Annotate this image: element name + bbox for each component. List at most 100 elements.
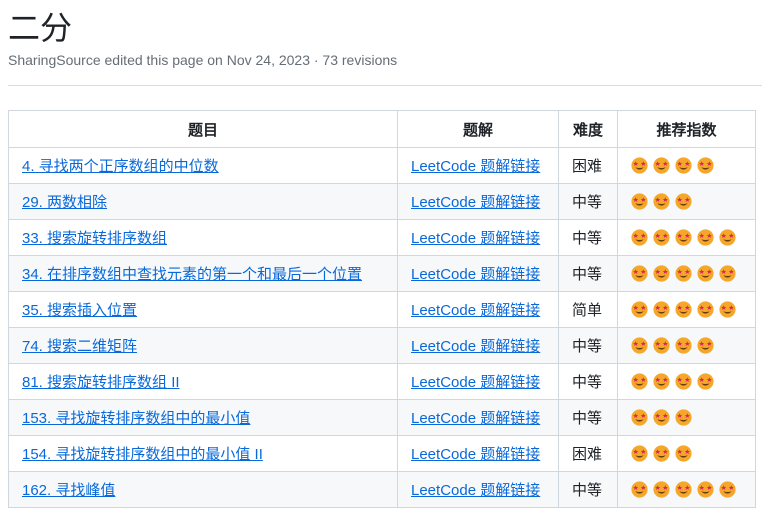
- rating-cell: [617, 219, 756, 256]
- star-struck-emoji-icon: [631, 480, 648, 498]
- star-struck-emoji-icon: [697, 264, 714, 282]
- solution-link[interactable]: LeetCode 题解链接: [411, 158, 540, 175]
- problem-link[interactable]: 74. 搜索二维矩阵: [22, 338, 137, 355]
- header-rating: 推荐指数: [617, 110, 756, 148]
- solution-cell: LeetCode 题解链接: [397, 147, 559, 184]
- solution-link[interactable]: LeetCode 题解链接: [411, 230, 540, 247]
- header-divider: [8, 85, 762, 86]
- table-row: 81. 搜索旋转排序数组 II LeetCode 题解链接 中等: [8, 363, 756, 400]
- difficulty-cell: 中等: [558, 471, 618, 508]
- problem-cell: 34. 在排序数组中查找元素的第一个和最后一个位置: [8, 255, 398, 292]
- star-struck-emoji-icon: [631, 372, 648, 390]
- rating-cell: [617, 327, 756, 364]
- star-struck-emoji-icon: [653, 300, 670, 318]
- rating-cell: [617, 471, 756, 508]
- star-struck-emoji-icon: [719, 480, 736, 498]
- difficulty-cell: 中等: [558, 219, 618, 256]
- table-row: 29. 两数相除 LeetCode 题解链接 中等: [8, 183, 756, 220]
- header-solution: 题解: [397, 110, 559, 148]
- star-struck-emoji-icon: [653, 336, 670, 354]
- rating-cell: [617, 183, 756, 220]
- table-row: 34. 在排序数组中查找元素的第一个和最后一个位置 LeetCode 题解链接 中等: [8, 255, 756, 292]
- star-struck-emoji-icon: [653, 408, 670, 426]
- star-struck-emoji-icon: [675, 192, 692, 210]
- table-row: 154. 寻找旋转排序数组中的最小值 II LeetCode 题解链接 困难: [8, 435, 756, 472]
- solution-cell: LeetCode 题解链接: [397, 363, 559, 400]
- problem-cell: 4. 寻找两个正序数组的中位数: [8, 147, 398, 184]
- star-struck-emoji-icon: [697, 372, 714, 390]
- table-row: 33. 搜索旋转排序数组 LeetCode 题解链接 中等: [8, 219, 756, 256]
- star-struck-emoji-icon: [653, 192, 670, 210]
- page-edit-meta: SharingSource edited this page on Nov 24…: [8, 52, 398, 68]
- solution-cell: LeetCode 题解链接: [397, 435, 559, 472]
- star-struck-emoji-icon: [675, 156, 692, 174]
- star-struck-emoji-icon: [653, 372, 670, 390]
- rating-cell: [617, 147, 756, 184]
- problem-link[interactable]: 33. 搜索旋转排序数组: [22, 230, 167, 247]
- problem-link[interactable]: 29. 两数相除: [22, 194, 107, 211]
- table-row: 153. 寻找旋转排序数组中的最小值 LeetCode 题解链接 中等: [8, 399, 756, 436]
- solution-cell: LeetCode 题解链接: [397, 255, 559, 292]
- star-struck-emoji-icon: [653, 264, 670, 282]
- problem-link[interactable]: 34. 在排序数组中查找元素的第一个和最后一个位置: [22, 266, 362, 283]
- problem-link[interactable]: 162. 寻找峰值: [22, 482, 115, 499]
- solution-link[interactable]: LeetCode 题解链接: [411, 482, 540, 499]
- star-struck-emoji-icon: [675, 408, 692, 426]
- solution-link[interactable]: LeetCode 题解链接: [411, 338, 540, 355]
- problem-cell: 162. 寻找峰值: [8, 471, 398, 508]
- solution-link[interactable]: LeetCode 题解链接: [411, 410, 540, 427]
- star-struck-emoji-icon: [653, 156, 670, 174]
- solution-link[interactable]: LeetCode 题解链接: [411, 302, 540, 319]
- difficulty-cell: 困难: [558, 147, 618, 184]
- difficulty-cell: 中等: [558, 363, 618, 400]
- problem-table: 题目 题解 难度 推荐指数 4. 寻找两个正序数组的中位数 LeetCode 题解…: [8, 110, 756, 508]
- solution-cell: LeetCode 题解链接: [397, 219, 559, 256]
- star-struck-emoji-icon: [631, 408, 648, 426]
- star-struck-emoji-icon: [675, 300, 692, 318]
- rating-cell: [617, 363, 756, 400]
- problem-cell: 33. 搜索旋转排序数组: [8, 219, 398, 256]
- rating-cell: [617, 399, 756, 436]
- star-struck-emoji-icon: [631, 264, 648, 282]
- problem-link[interactable]: 81. 搜索旋转排序数组 II: [22, 374, 180, 391]
- problem-link[interactable]: 154. 寻找旋转排序数组中的最小值 II: [22, 446, 263, 463]
- difficulty-cell: 中等: [558, 399, 618, 436]
- star-struck-emoji-icon: [631, 156, 648, 174]
- star-struck-emoji-icon: [675, 480, 692, 498]
- solution-cell: LeetCode 题解链接: [397, 291, 559, 328]
- star-struck-emoji-icon: [653, 444, 670, 462]
- page-title: 二分: [8, 9, 73, 47]
- problem-cell: 154. 寻找旋转排序数组中的最小值 II: [8, 435, 398, 472]
- star-struck-emoji-icon: [675, 444, 692, 462]
- rating-cell: [617, 291, 756, 328]
- solution-link[interactable]: LeetCode 题解链接: [411, 266, 540, 283]
- solution-link[interactable]: LeetCode 题解链接: [411, 374, 540, 391]
- solution-cell: LeetCode 题解链接: [397, 471, 559, 508]
- table-row: 35. 搜索插入位置 LeetCode 题解链接 简单: [8, 291, 756, 328]
- star-struck-emoji-icon: [653, 228, 670, 246]
- star-struck-emoji-icon: [719, 228, 736, 246]
- star-struck-emoji-icon: [631, 300, 648, 318]
- star-struck-emoji-icon: [653, 480, 670, 498]
- star-struck-emoji-icon: [675, 336, 692, 354]
- star-struck-emoji-icon: [675, 264, 692, 282]
- rating-cell: [617, 435, 756, 472]
- problem-cell: 29. 两数相除: [8, 183, 398, 220]
- problem-link[interactable]: 4. 寻找两个正序数组的中位数: [22, 158, 219, 175]
- star-struck-emoji-icon: [631, 444, 648, 462]
- solution-cell: LeetCode 题解链接: [397, 327, 559, 364]
- difficulty-cell: 中等: [558, 183, 618, 220]
- solution-link[interactable]: LeetCode 题解链接: [411, 446, 540, 463]
- star-struck-emoji-icon: [675, 228, 692, 246]
- table-row: 162. 寻找峰值 LeetCode 题解链接 中等: [8, 471, 756, 508]
- solution-link[interactable]: LeetCode 题解链接: [411, 194, 540, 211]
- problem-cell: 81. 搜索旋转排序数组 II: [8, 363, 398, 400]
- star-struck-emoji-icon: [631, 192, 648, 210]
- table-row: 4. 寻找两个正序数组的中位数 LeetCode 题解链接 困难: [8, 147, 756, 184]
- problem-link[interactable]: 35. 搜索插入位置: [22, 302, 137, 319]
- star-struck-emoji-icon: [719, 264, 736, 282]
- star-struck-emoji-icon: [697, 480, 714, 498]
- problem-cell: 153. 寻找旋转排序数组中的最小值: [8, 399, 398, 436]
- problem-link[interactable]: 153. 寻找旋转排序数组中的最小值: [22, 410, 250, 427]
- solution-cell: LeetCode 题解链接: [397, 399, 559, 436]
